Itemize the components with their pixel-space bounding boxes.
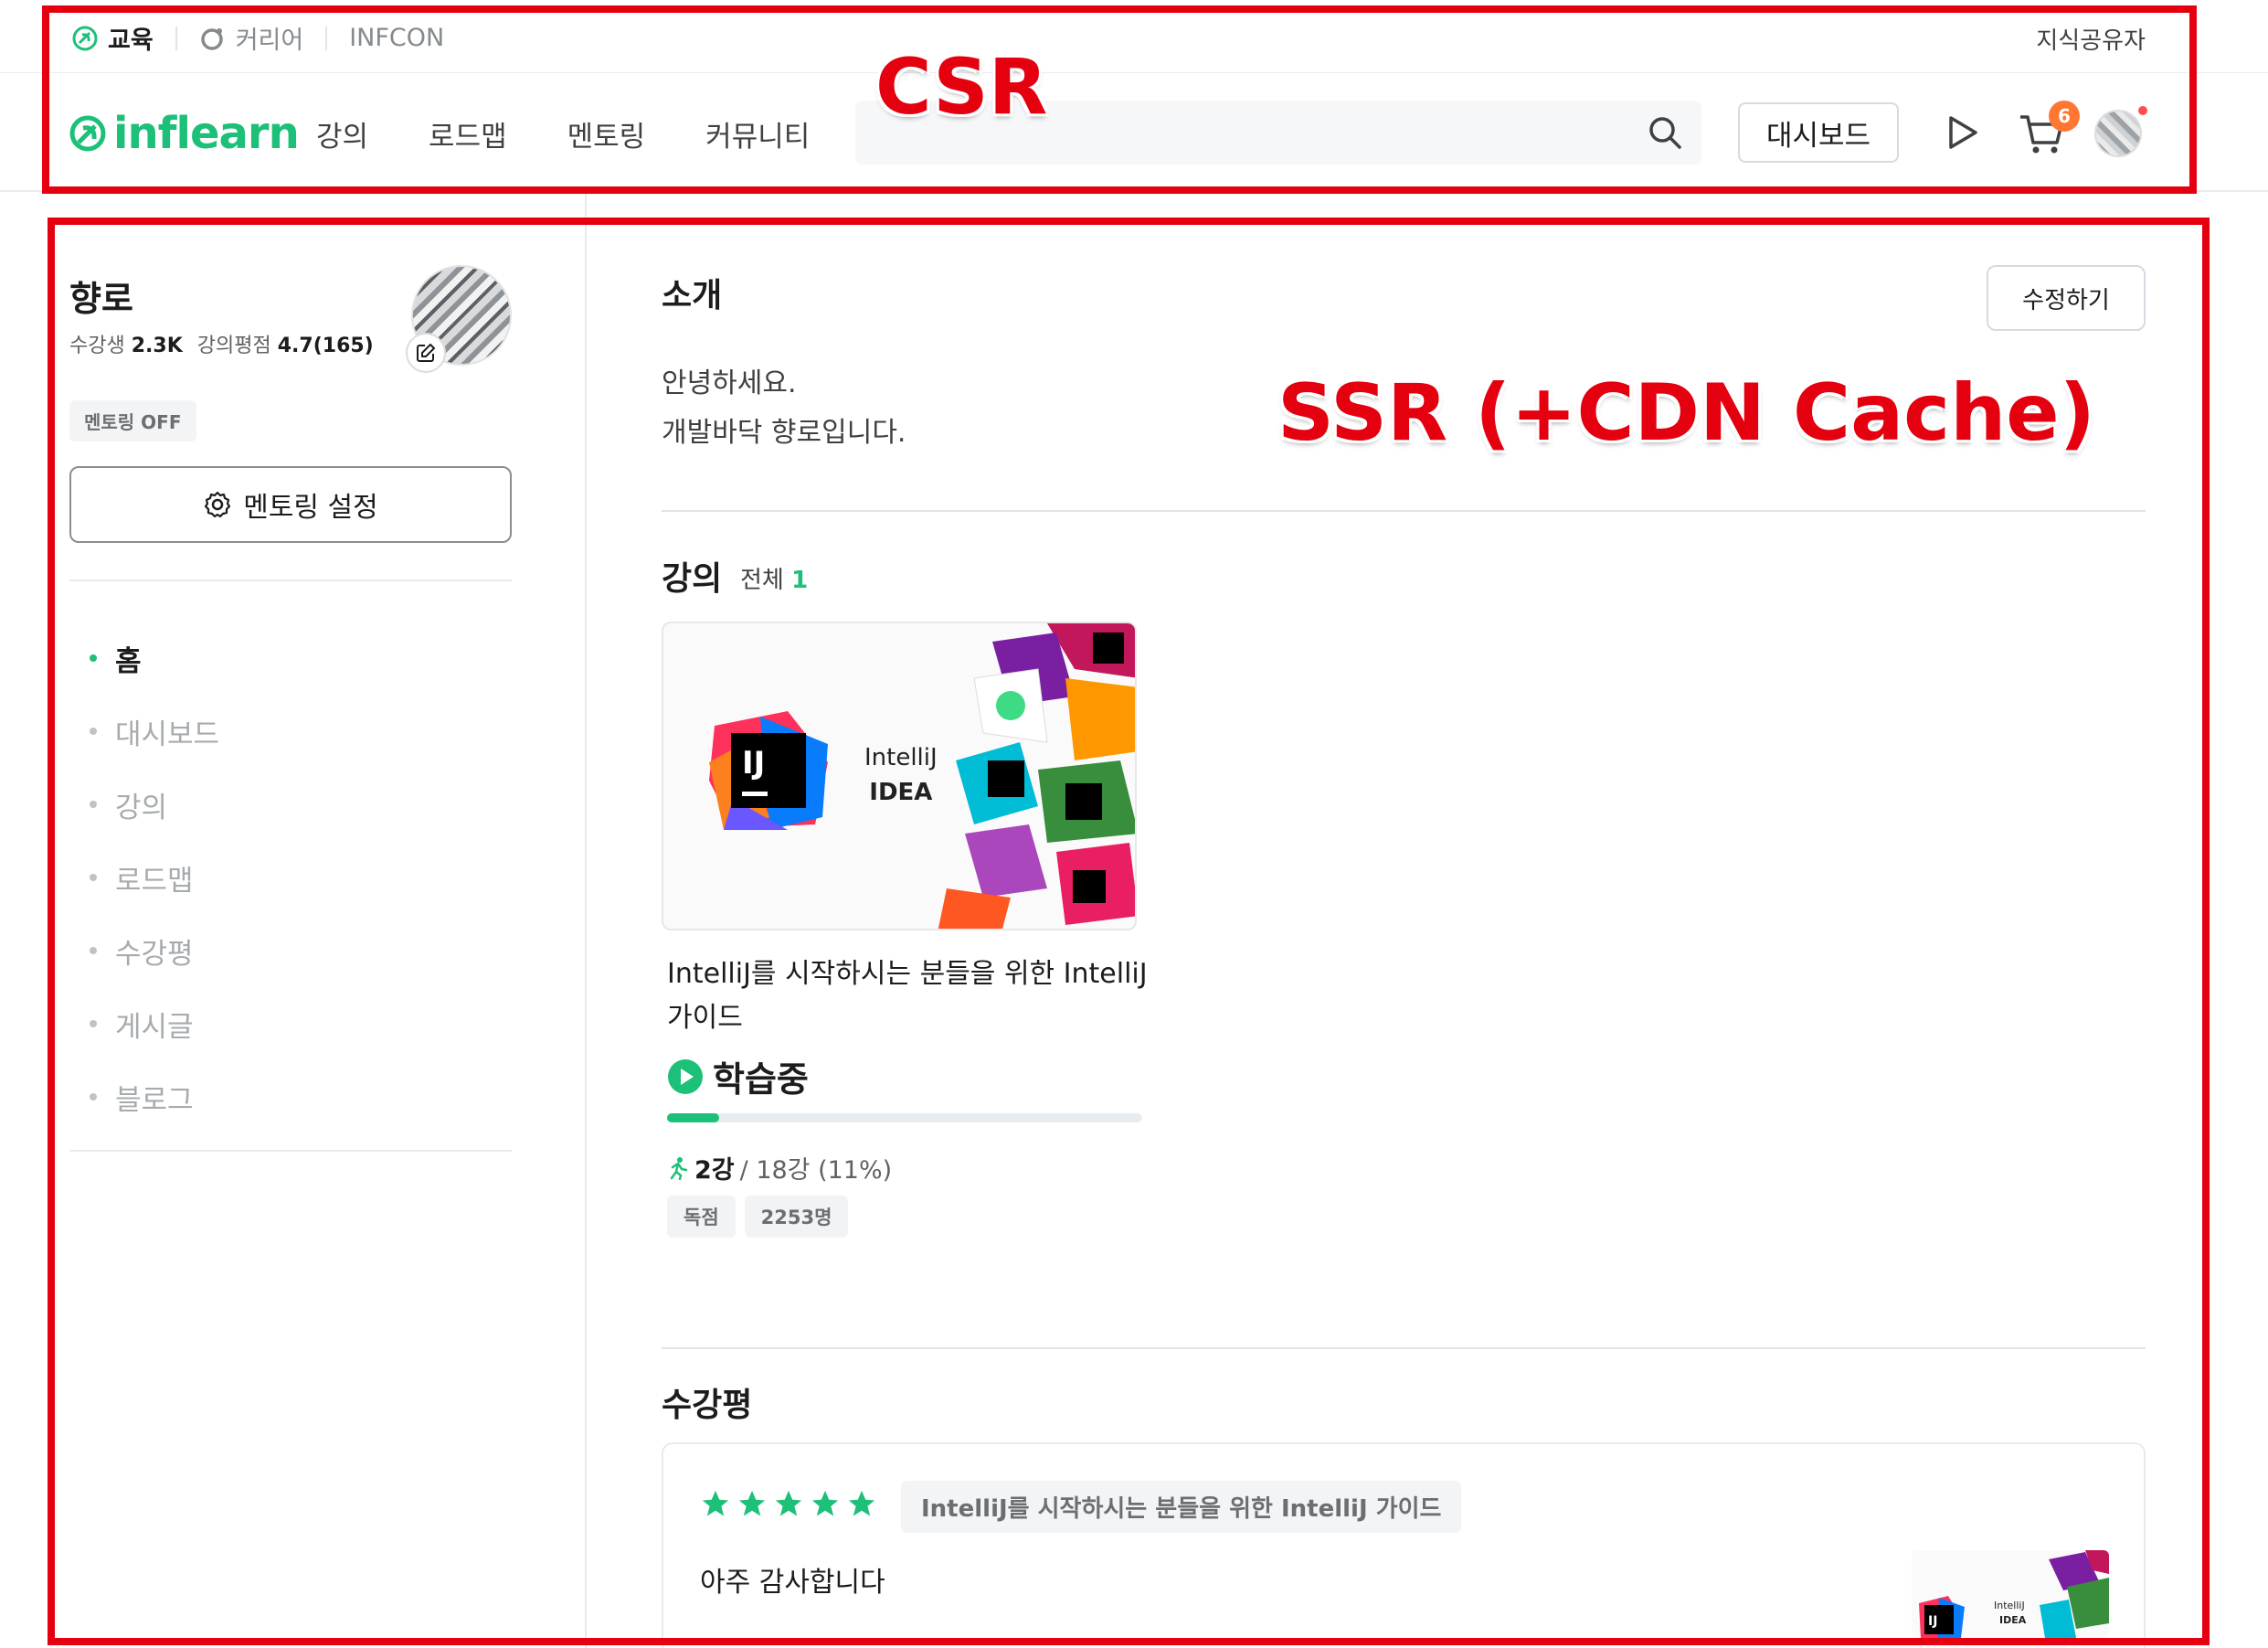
csr-region-box xyxy=(42,5,2197,194)
csr-label: CSR xyxy=(875,42,1048,132)
ssr-label: SSR (+CDN Cache) xyxy=(1277,367,2095,459)
